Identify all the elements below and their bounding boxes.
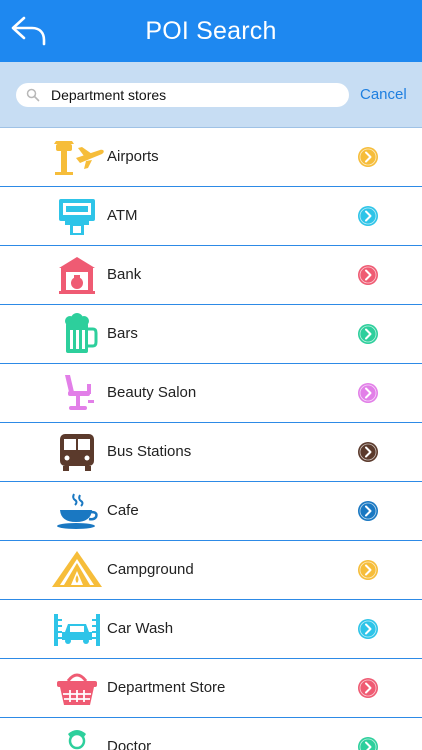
list-item-label: Bank xyxy=(107,266,142,283)
chevron-right-icon[interactable] xyxy=(357,146,379,168)
chevron-right-icon[interactable] xyxy=(357,441,379,463)
list-item-label: Cafe xyxy=(107,502,139,519)
bus-icon xyxy=(48,431,106,473)
atm-icon xyxy=(48,195,106,237)
chevron-right-icon[interactable] xyxy=(357,559,379,581)
list-item-beauty-salon[interactable]: Beauty Salon xyxy=(0,364,422,423)
cancel-button[interactable]: Cancel xyxy=(360,86,407,103)
list-item-doctor[interactable]: Doctor xyxy=(0,718,422,750)
tent-icon xyxy=(48,549,106,591)
search-bar: Cancel xyxy=(0,62,422,128)
basket-icon xyxy=(48,667,106,709)
coffee-cup-icon xyxy=(48,490,106,532)
list-item-bars[interactable]: Bars xyxy=(0,305,422,364)
beer-icon xyxy=(48,313,106,355)
list-item-label: Bus Stations xyxy=(107,443,192,460)
search-icon xyxy=(26,88,40,102)
list-item-cafe[interactable]: Cafe xyxy=(0,482,422,541)
list-item-atm[interactable]: ATM xyxy=(0,187,422,246)
page-title: POI Search xyxy=(145,17,277,45)
salon-chair-icon xyxy=(48,372,106,414)
chevron-right-icon[interactable] xyxy=(357,500,379,522)
list-item-label: Doctor xyxy=(107,738,152,750)
airport-icon xyxy=(48,136,106,178)
list-item-label: Beauty Salon xyxy=(107,384,197,401)
list-item-bus-stations[interactable]: Bus Stations xyxy=(0,423,422,482)
list-item-bank[interactable]: Bank xyxy=(0,246,422,305)
list-item-label: Airports xyxy=(107,148,159,165)
list-item-department-store[interactable]: Department Store xyxy=(0,659,422,718)
chevron-right-icon[interactable] xyxy=(357,677,379,699)
list-item-label: Department Store xyxy=(107,679,226,696)
chevron-right-icon[interactable] xyxy=(357,264,379,286)
list-item-label: ATM xyxy=(107,207,138,224)
doctor-icon xyxy=(48,726,106,750)
nav-bar: POI Search xyxy=(0,0,422,62)
bank-icon xyxy=(48,254,106,296)
list-item-campground[interactable]: Campground xyxy=(0,541,422,600)
chevron-right-icon[interactable] xyxy=(357,736,379,750)
chevron-right-icon[interactable] xyxy=(357,323,379,345)
list-item-label: Campground xyxy=(107,561,194,578)
list-item-airports[interactable]: Airports xyxy=(0,128,422,187)
car-wash-icon xyxy=(48,608,106,650)
chevron-right-icon[interactable] xyxy=(357,618,379,640)
list-item-label: Car Wash xyxy=(107,620,174,637)
search-field[interactable] xyxy=(16,83,349,107)
search-input[interactable] xyxy=(51,83,341,107)
poi-list: Airports ATM Bank Bars Beauty Salon Bus … xyxy=(0,128,422,750)
list-item-label: Bars xyxy=(107,325,138,342)
chevron-right-icon[interactable] xyxy=(357,205,379,227)
list-item-car-wash[interactable]: Car Wash xyxy=(0,600,422,659)
chevron-right-icon[interactable] xyxy=(357,382,379,404)
